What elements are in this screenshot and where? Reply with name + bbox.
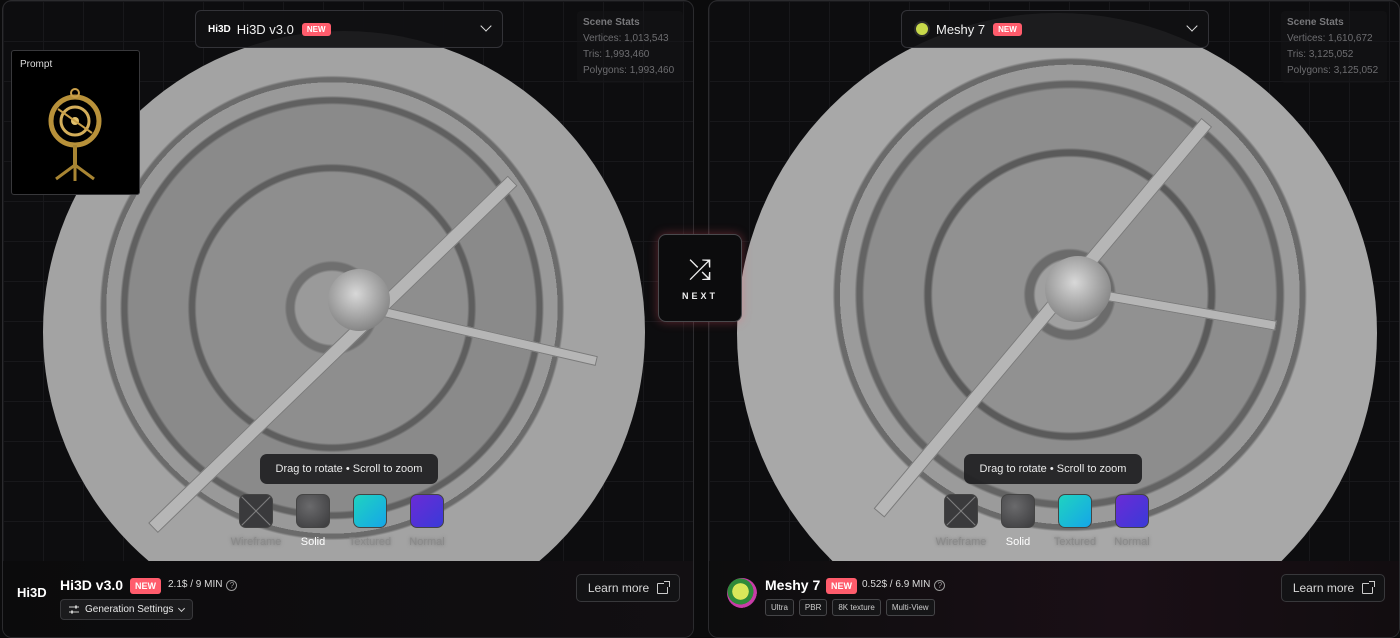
chevron-down-icon <box>480 20 492 32</box>
right-learn-more-label: Learn more <box>1292 581 1355 595</box>
left-learn-more-label: Learn more <box>587 581 650 595</box>
left-stats-vertices: Vertices: 1,013,543 <box>583 33 669 44</box>
info-icon[interactable]: ? <box>934 580 946 591</box>
prompt-image-card[interactable]: Prompt <box>11 50 140 195</box>
normal-swatch-icon <box>1115 494 1149 528</box>
left-mode-solid-label: Solid <box>300 536 326 548</box>
right-3d-viewport[interactable]: Meshy 7 NEW Scene Stats Vertices: 1,610,… <box>709 1 1399 561</box>
chevron-down-icon <box>178 604 186 612</box>
left-footer-price: 2.1$ / 9 MIN? <box>168 579 238 591</box>
right-price-text: 0.52$ / 6.9 MIN <box>862 579 931 590</box>
left-mode-normal[interactable]: Normal <box>409 494 445 548</box>
tag-multi-view: Multi-View <box>885 599 935 616</box>
right-model-hub <box>1045 256 1111 322</box>
left-stats-title: Scene Stats <box>583 17 640 28</box>
comparison-stage: Hi3D Hi3D v3.0 NEW Scene Stats Vertices:… <box>0 0 1400 638</box>
right-model-panel: Meshy 7 NEW Scene Stats Vertices: 1,610,… <box>708 0 1400 638</box>
left-model-hub <box>328 269 390 331</box>
left-model-footer: Hi3D Hi3D v3.0 NEW 2.1$ / 9 MIN? Generat… <box>3 561 693 637</box>
left-render-modes: Wireframe Solid Textured Normal <box>231 494 445 548</box>
left-mode-wireframe[interactable]: Wireframe <box>231 494 281 548</box>
hi3d-logo: Hi3D <box>208 23 231 35</box>
left-model-selector[interactable]: Hi3D Hi3D v3.0 NEW <box>195 10 503 48</box>
left-mode-wireframe-label: Wireframe <box>230 536 282 548</box>
sliders-icon <box>69 605 79 614</box>
generation-settings-label: Generation Settings <box>85 604 174 615</box>
left-interaction-hint: Drag to rotate • Scroll to zoom <box>260 454 438 484</box>
left-3d-viewport[interactable]: Hi3D Hi3D v3.0 NEW Scene Stats Vertices:… <box>3 1 693 561</box>
solid-swatch-icon <box>296 494 330 528</box>
right-stats-title: Scene Stats <box>1287 17 1344 28</box>
external-link-icon <box>1362 580 1376 594</box>
right-mode-solid[interactable]: Solid <box>1001 494 1035 548</box>
right-model-selector[interactable]: Meshy 7 NEW <box>901 10 1209 48</box>
chevron-down-icon <box>1186 20 1198 32</box>
right-mode-wireframe[interactable]: Wireframe <box>936 494 986 548</box>
wireframe-swatch-icon <box>944 494 978 528</box>
right-mode-wireframe-label: Wireframe <box>935 536 987 548</box>
right-scene-stats: Scene Stats Vertices: 1,610,672 Tris: 3,… <box>1281 11 1387 83</box>
prompt-label: Prompt <box>20 59 53 70</box>
left-selector-name: Hi3D v3.0 <box>236 21 294 37</box>
textured-swatch-icon <box>353 494 387 528</box>
left-stats-tris: Tris: 1,993,460 <box>583 49 650 60</box>
right-mode-normal[interactable]: Normal <box>1114 494 1150 548</box>
shuffle-icon: ⤮ <box>688 254 712 285</box>
left-scene-stats: Scene Stats Vertices: 1,013,543 Tris: 1,… <box>577 11 683 83</box>
textured-swatch-icon <box>1058 494 1092 528</box>
right-stats-tris: Tris: 3,125,052 <box>1287 49 1354 60</box>
external-link-icon <box>657 580 671 594</box>
right-stats-vertices: Vertices: 1,610,672 <box>1287 33 1373 44</box>
right-footer-new-badge: NEW <box>826 578 857 594</box>
tag-ultra: Ultra <box>765 599 794 616</box>
left-mode-solid[interactable]: Solid <box>296 494 330 548</box>
right-selector-new-badge: NEW <box>993 22 1022 36</box>
generation-settings-button[interactable]: Generation Settings <box>60 599 194 620</box>
left-mode-textured-label: Textured <box>348 536 392 548</box>
meshy-logo-icon <box>914 21 930 37</box>
solid-swatch-icon <box>1001 494 1035 528</box>
left-mode-normal-label: Normal <box>409 536 445 548</box>
prompt-astrolabe-image <box>48 88 102 181</box>
right-model-footer: Meshy 7 NEW 0.52$ / 6.9 MIN? Ultra PBR 8… <box>709 561 1399 637</box>
right-stats-polygons: Polygons: 3,125,052 <box>1287 65 1379 76</box>
next-label: NEXT <box>681 291 718 301</box>
wireframe-swatch-icon <box>239 494 273 528</box>
left-footer-new-badge: NEW <box>130 578 161 594</box>
right-mode-normal-label: Normal <box>1114 536 1150 548</box>
right-learn-more-button[interactable]: Learn more <box>1281 574 1385 602</box>
right-interaction-hint: Drag to rotate • Scroll to zoom <box>964 454 1142 484</box>
right-footer-model-name: Meshy 7 <box>765 577 821 593</box>
right-footer-price: 0.52$ / 6.9 MIN? <box>862 579 946 591</box>
right-selector-name: Meshy 7 <box>936 21 986 37</box>
left-price-text: 2.1$ / 9 MIN <box>168 579 223 590</box>
right-mode-textured[interactable]: Textured <box>1054 494 1096 548</box>
right-mode-textured-label: Textured <box>1053 536 1097 548</box>
right-mode-solid-label: Solid <box>1005 536 1031 548</box>
left-model-panel: Hi3D Hi3D v3.0 NEW Scene Stats Vertices:… <box>2 0 694 638</box>
meshy-footer-logo-icon <box>727 578 757 608</box>
left-mode-textured[interactable]: Textured <box>349 494 391 548</box>
next-comparison-button[interactable]: ⤮ NEXT <box>658 234 742 322</box>
left-stats-polygons: Polygons: 1,993,460 <box>583 65 675 76</box>
left-footer-model-name: Hi3D v3.0 <box>60 577 124 593</box>
left-learn-more-button[interactable]: Learn more <box>576 574 680 602</box>
left-selector-new-badge: NEW <box>301 22 331 36</box>
normal-swatch-icon <box>410 494 444 528</box>
right-feature-tags: Ultra PBR 8K texture Multi-View <box>765 599 935 616</box>
info-icon[interactable]: ? <box>226 580 238 591</box>
tag-pbr: PBR <box>798 599 828 616</box>
hi3d-footer-logo: Hi3D <box>17 585 47 600</box>
right-render-modes: Wireframe Solid Textured Normal <box>936 494 1150 548</box>
tag-8k-texture: 8K texture <box>832 599 881 616</box>
